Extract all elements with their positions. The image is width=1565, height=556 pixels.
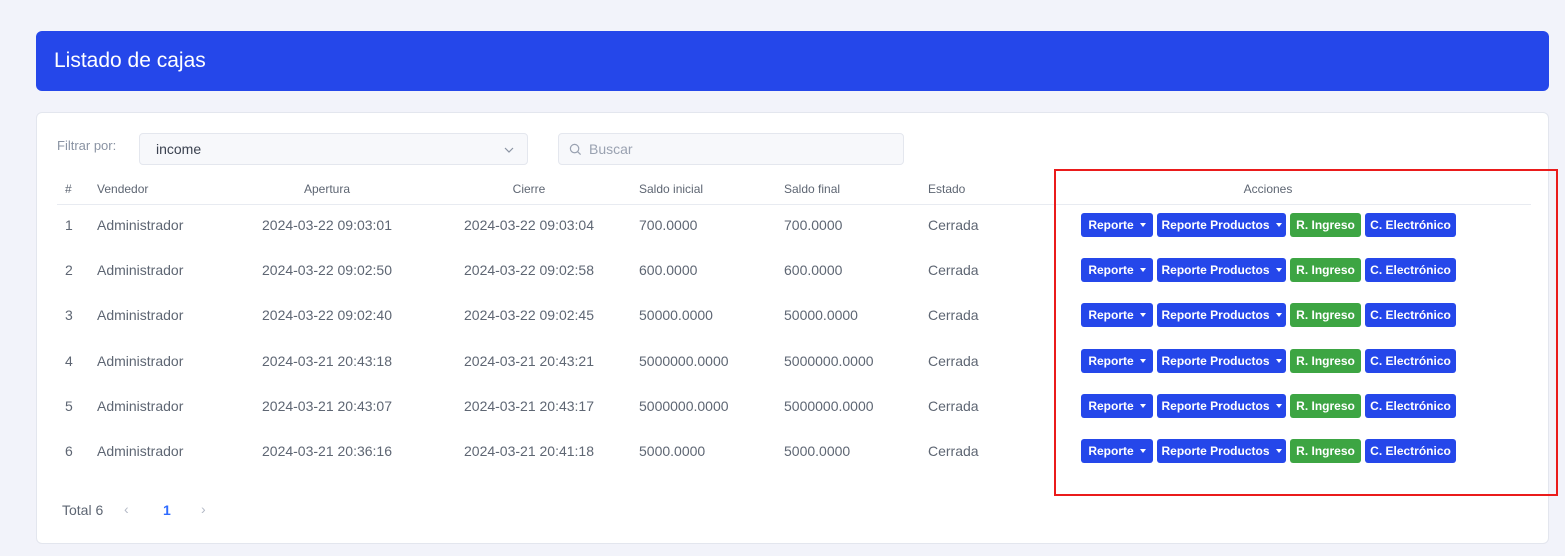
- cell-final-balance: 5000000.0000: [784, 353, 874, 369]
- pagination-total: Total 6: [62, 502, 104, 518]
- col-header-vendor: Vendedor: [97, 182, 149, 196]
- cell-status: Cerrada: [928, 217, 979, 233]
- cell-closing: 2024-03-21 20:43:21: [464, 353, 594, 369]
- cell-status: Cerrada: [928, 398, 979, 414]
- cell-number: 4: [65, 353, 73, 369]
- col-header-status: Estado: [928, 182, 966, 196]
- cell-initial-balance: 700.0000: [639, 217, 698, 233]
- cell-closing: 2024-03-21 20:41:18: [464, 443, 594, 459]
- cell-status: Cerrada: [928, 307, 979, 323]
- cell-opening: 2024-03-22 09:03:01: [262, 217, 392, 233]
- cell-closing: 2024-03-21 20:43:17: [464, 398, 594, 414]
- search-icon: [569, 143, 582, 155]
- page-title: Listado de cajas: [54, 49, 206, 72]
- cell-vendor: Administrador: [97, 262, 184, 278]
- cell-closing: 2024-03-22 09:02:45: [464, 307, 594, 323]
- search-field[interactable]: [558, 133, 904, 165]
- cell-vendor: Administrador: [97, 217, 184, 233]
- search-input[interactable]: [589, 141, 889, 157]
- col-header-opening: Apertura: [303, 182, 351, 196]
- cell-vendor: Administrador: [97, 443, 184, 459]
- cell-final-balance: 5000000.0000: [784, 398, 874, 414]
- cell-number: 1: [65, 217, 73, 233]
- chevron-right-icon[interactable]: ›: [201, 501, 206, 517]
- cell-number: 5: [65, 398, 73, 414]
- cell-status: Cerrada: [928, 443, 979, 459]
- cell-initial-balance: 5000000.0000: [639, 398, 729, 414]
- cell-opening: 2024-03-22 09:02:40: [262, 307, 392, 323]
- cell-status: Cerrada: [928, 353, 979, 369]
- col-header-number: #: [65, 182, 72, 196]
- cell-opening: 2024-03-21 20:43:18: [262, 353, 392, 369]
- filter-select[interactable]: income: [139, 133, 528, 165]
- cell-closing: 2024-03-22 09:03:04: [464, 217, 594, 233]
- filter-label: Filtrar por:: [57, 138, 117, 153]
- filter-select-value: income: [156, 141, 202, 157]
- chevron-down-icon: [504, 147, 514, 153]
- cell-initial-balance: 5000000.0000: [639, 353, 729, 369]
- actions-highlight-box: [1054, 169, 1558, 496]
- cell-number: 3: [65, 307, 73, 323]
- cell-final-balance: 600.0000: [784, 262, 843, 278]
- cell-vendor: Administrador: [97, 398, 184, 414]
- cell-status: Cerrada: [928, 262, 979, 278]
- cell-vendor: Administrador: [97, 353, 184, 369]
- cell-initial-balance: 5000.0000: [639, 443, 706, 459]
- col-header-final-balance: Saldo final: [784, 182, 841, 196]
- cell-opening: 2024-03-21 20:43:07: [262, 398, 392, 414]
- cell-opening: 2024-03-22 09:02:50: [262, 262, 392, 278]
- pagination-page-1[interactable]: 1: [163, 502, 171, 518]
- cell-vendor: Administrador: [97, 307, 184, 323]
- col-header-initial-balance: Saldo inicial: [639, 182, 704, 196]
- cell-number: 2: [65, 262, 73, 278]
- cell-final-balance: 5000.0000: [784, 443, 851, 459]
- cell-initial-balance: 50000.0000: [639, 307, 713, 323]
- cell-number: 6: [65, 443, 73, 459]
- cell-final-balance: 50000.0000: [784, 307, 858, 323]
- cell-initial-balance: 600.0000: [639, 262, 698, 278]
- cell-opening: 2024-03-21 20:36:16: [262, 443, 392, 459]
- page-header: Listado de cajas: [36, 31, 1549, 91]
- cell-final-balance: 700.0000: [784, 217, 843, 233]
- cell-closing: 2024-03-22 09:02:58: [464, 262, 594, 278]
- col-header-closing: Cierre: [512, 182, 546, 196]
- chevron-left-icon[interactable]: ‹: [124, 501, 129, 517]
